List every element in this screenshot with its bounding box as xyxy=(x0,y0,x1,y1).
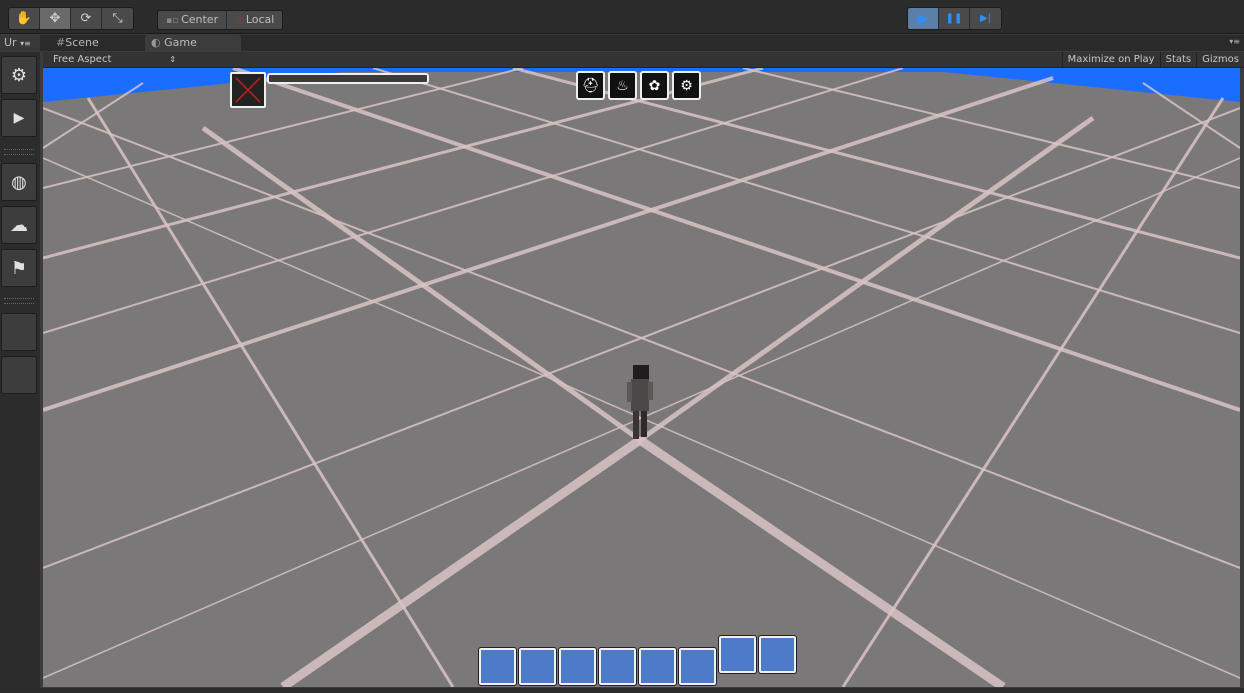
game-view[interactable]: ⛑ ♨ ✿ ⚙ xyxy=(43,68,1240,687)
status-bar xyxy=(0,688,1244,693)
sidebar-empty-button[interactable] xyxy=(1,313,37,351)
inventory-slot[interactable] xyxy=(558,647,597,686)
inventory-slot[interactable] xyxy=(678,647,717,686)
tornado-add-icon[interactable]: ☁ xyxy=(1,206,37,244)
inventory-slot[interactable] xyxy=(718,635,757,674)
transform-tools: ✋ ✥ ⟳ ⤡ xyxy=(8,7,134,30)
potion-icon[interactable]: ♨ xyxy=(608,71,637,100)
sidebar-empty-button[interactable] xyxy=(1,356,37,394)
grid-icon: # xyxy=(56,36,66,49)
tool-sidebar: ⚙ ▶ ◍ ☁ ⚑ xyxy=(0,52,40,693)
tab-row: Ur ▾≡ #Scene ◐ Game ▾≡ xyxy=(0,35,1244,51)
inventory-slot[interactable] xyxy=(518,647,557,686)
play-controls: ▶ ❚❚ ▶| xyxy=(907,7,1002,30)
step-icon[interactable]: ▶| xyxy=(970,8,1001,29)
panel-menu-icon[interactable]: ▾≡ xyxy=(1229,37,1240,46)
close-x-icon xyxy=(235,77,261,103)
health-portrait xyxy=(230,72,266,108)
inventory-slot[interactable] xyxy=(478,647,517,686)
gears-icon[interactable]: ⚙ xyxy=(672,71,701,100)
pivot-local-button[interactable]: ◎ Local xyxy=(227,11,282,29)
inventory-slots xyxy=(478,635,797,686)
gizmos-dropdown[interactable]: Gizmos xyxy=(1196,52,1244,67)
editor-toolbar: ✋ ✥ ⟳ ⤡ ▪▫ Center ◎ Local ▶ ❚❚ ▶| xyxy=(0,0,1244,34)
sidebar-separator xyxy=(4,149,34,155)
inventory-slot[interactable] xyxy=(758,635,797,674)
play-arrow-icon[interactable]: ▶ xyxy=(1,99,37,137)
helmet-icon[interactable]: ⛑ xyxy=(576,71,605,100)
terrain-add-icon[interactable]: ◍ xyxy=(1,163,37,201)
tab-game[interactable]: ◐ Game xyxy=(145,35,241,51)
health-bar xyxy=(267,73,429,84)
settings-gear-icon[interactable]: ⚙ xyxy=(1,56,37,94)
character-add-icon[interactable]: ⚑ xyxy=(1,249,37,287)
scale-tool-icon[interactable]: ⤡ xyxy=(102,8,133,29)
move-tool-icon[interactable]: ✥ xyxy=(40,8,71,29)
inventory-slot[interactable] xyxy=(638,647,677,686)
hand-tool-icon[interactable]: ✋ xyxy=(9,8,40,29)
stats-toggle[interactable]: Stats xyxy=(1159,52,1197,67)
pause-icon[interactable]: ❚❚ xyxy=(939,8,970,29)
sidebar-separator xyxy=(4,298,34,304)
game-view-toolbar: Free Aspect ⇕ Maximize on Play Stats Gizm… xyxy=(43,52,1244,68)
rotate-tool-icon[interactable]: ⟳ xyxy=(71,8,102,29)
inventory-slot[interactable] xyxy=(598,647,637,686)
play-icon[interactable]: ▶ xyxy=(908,8,939,29)
ability-icons: ⛑ ♨ ✿ ⚙ xyxy=(576,71,701,100)
pivot-center-button[interactable]: ▪▫ Center xyxy=(158,11,228,29)
gear-cluster-icon[interactable]: ✿ xyxy=(640,71,669,100)
maximize-on-play-toggle[interactable]: Maximize on Play xyxy=(1061,52,1160,67)
game-icon: ◐ xyxy=(151,36,165,49)
tab-left-panel[interactable]: Ur ▾≡ xyxy=(0,35,40,51)
pivot-toggles: ▪▫ Center ◎ Local xyxy=(157,10,284,30)
aspect-dropdown[interactable]: Free Aspect ⇕ xyxy=(53,52,176,67)
tab-scene[interactable]: #Scene xyxy=(50,35,142,51)
scene-render xyxy=(43,68,1240,687)
